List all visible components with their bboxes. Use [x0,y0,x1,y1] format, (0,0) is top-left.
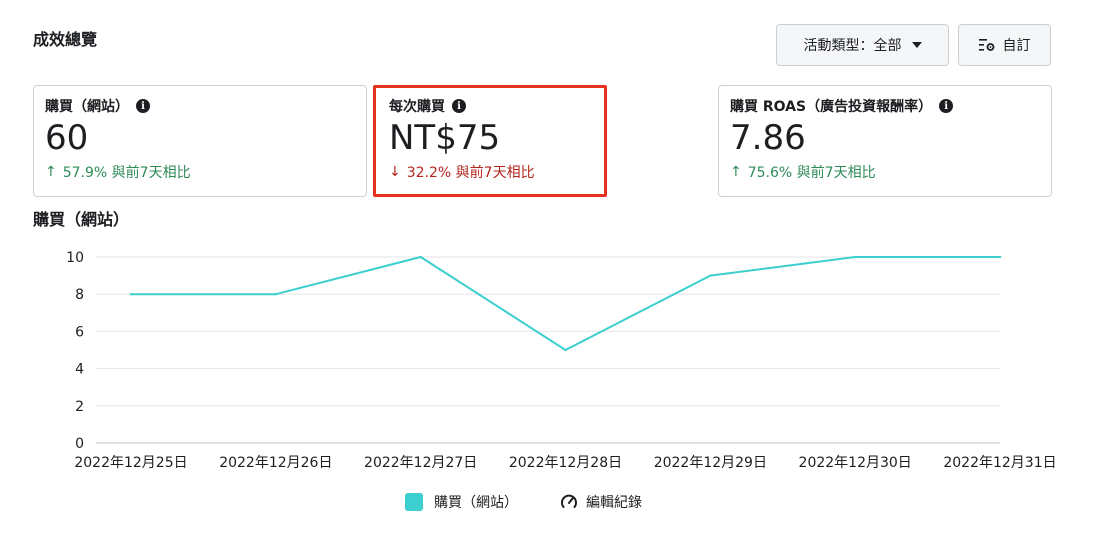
data-point[interactable] [419,255,422,259]
y-tick-label: 4 [75,362,84,378]
x-tick-label: 2022年12月31日 [943,455,1056,471]
x-tick-label: 2022年12月26日 [219,455,332,471]
customize-button[interactable]: 自訂 [958,24,1051,66]
arrow-up-icon: ↑ [730,164,742,180]
metric-card-purchases[interactable]: 購買（網站） i 60 ↑ 57.9% 與前7天相比 [33,85,367,197]
x-tick-label: 2022年12月29日 [654,455,767,471]
metric-value: 7.86 [730,118,806,158]
edit-history-toggle[interactable]: 編輯紀錄 [560,492,642,512]
metric-change-text: 32.2% 與前7天相比 [406,165,535,181]
info-icon[interactable]: i [452,99,466,113]
metric-label: 每次購買 [389,99,445,115]
toolbar: 活動類型：全部 自訂 [776,24,1051,66]
chart-legend: 購買（網站） 編輯紀錄 [405,492,642,512]
series-line[interactable] [131,256,1000,351]
metric-value: NT$75 [389,118,501,158]
x-tick-label: 2022年12月30日 [799,455,912,471]
chart-title: 購買（網站） [33,210,130,229]
metric-cards: 購買（網站） i 60 ↑ 57.9% 與前7天相比 每次購買 i NT$75 … [33,85,1052,197]
data-point[interactable] [709,274,712,277]
data-point[interactable] [274,293,278,296]
data-point[interactable] [998,255,1002,259]
data-point[interactable] [564,348,567,352]
gauge-icon [561,494,577,508]
arrow-down-icon: ↓ [389,164,401,180]
x-tick-label: 2022年12月27日 [364,455,477,471]
arrow-up-icon: ↑ [45,164,57,180]
metric-label: 購買 ROAS（廣告投資報酬率） [730,99,933,115]
y-tick-label: 10 [66,250,84,266]
info-icon[interactable]: i [939,99,954,113]
info-icon[interactable]: i [136,99,150,113]
data-point[interactable] [853,255,857,259]
settings-list-icon [978,39,994,51]
x-tick-label: 2022年12月28日 [509,455,622,471]
metric-change: ↑ 75.6% 與前7天相比 [730,162,1040,182]
legend-swatch[interactable] [405,493,423,511]
metric-change-text: 57.9% 與前7天相比 [62,165,191,181]
campaign-type-dropdown[interactable]: 活動類型：全部 [776,24,949,66]
legend-series-label[interactable]: 購買（網站） [434,492,518,512]
y-tick-label: 2 [75,399,84,415]
y-tick-label: 0 [75,436,84,452]
metric-label: 購買（網站） [45,99,129,115]
y-tick-label: 6 [75,324,84,340]
metric-value: 60 [45,118,89,158]
x-tick-label: 2022年12月25日 [74,455,187,471]
section-title: 成效總覽 [33,30,98,49]
metric-change: ↑ 57.9% 與前7天相比 [45,162,355,182]
metric-card-roas[interactable]: 購買 ROAS（廣告投資報酬率） i 7.86 ↑ 75.6% 與前7天相比 [718,85,1052,197]
purchases-line-chart: 0 2 4 6 8 10 2022年12月25日 2022年12月26日 2022年12月27日… [66,250,1056,471]
y-tick-label: 8 [75,287,84,303]
customize-label: 自訂 [1002,38,1031,54]
campaign-type-label: 活動類型：全部 [803,38,902,54]
edit-history-label: 編輯紀錄 [586,495,642,511]
metric-change: ↓ 32.2% 與前7天相比 [389,162,591,182]
metric-card-cost-per-purchase[interactable]: 每次購買 i NT$75 ↓ 32.2% 與前7天相比 [373,85,607,197]
caret-down-icon [911,42,922,48]
metric-change-text: 75.6% 與前7天相比 [747,165,876,181]
data-point[interactable] [129,293,133,296]
